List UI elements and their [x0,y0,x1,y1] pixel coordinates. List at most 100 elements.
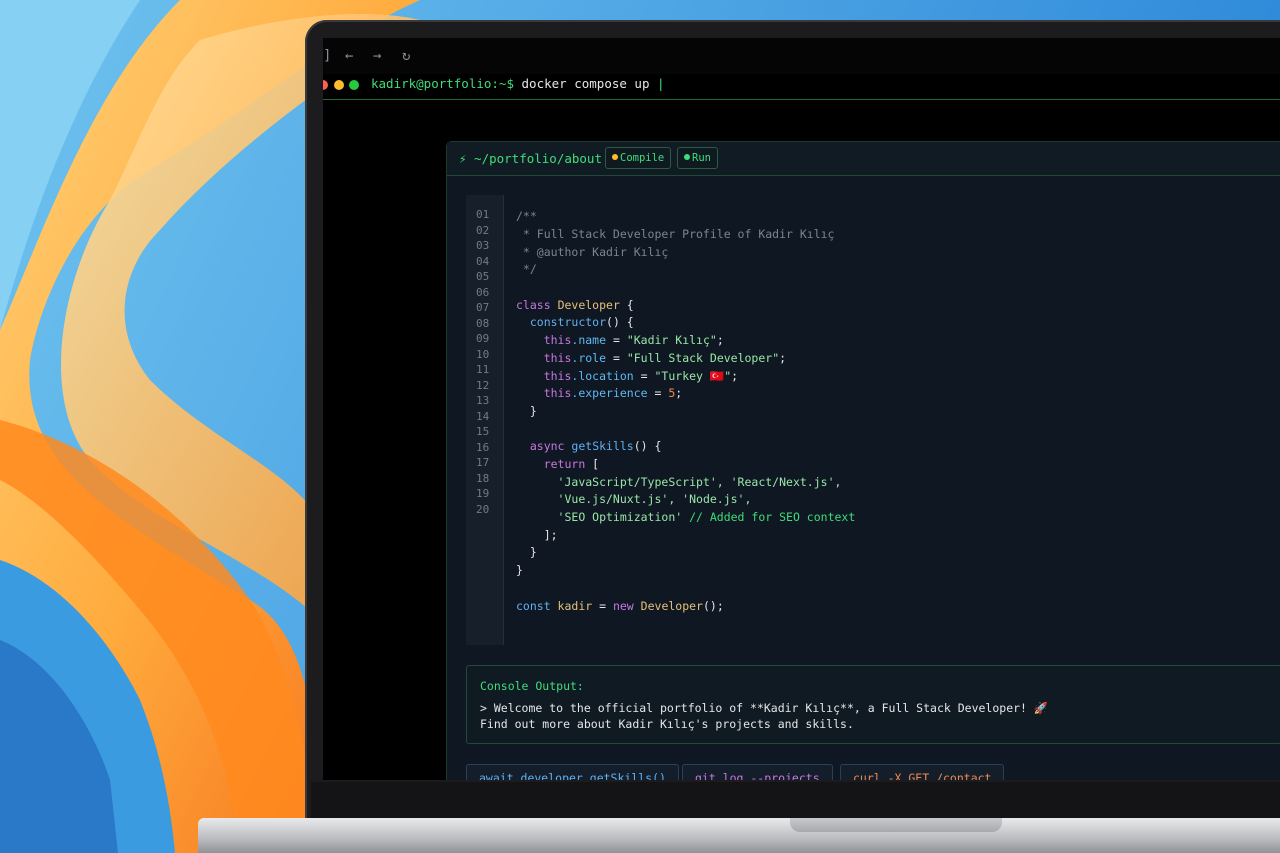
sidebar-icon[interactable]: ] [323,48,331,64]
compile-label: Compile [620,152,665,164]
editor-header: ⚡ ~/portfolio/about.js Compile Run [447,142,1280,176]
line-number: 13 [476,394,490,407]
line-number: 09 [476,332,490,345]
line-number: 08 [476,316,490,330]
line-number: 15 [476,425,490,438]
keyword: this [543,333,572,347]
punctuation: } [529,545,537,559]
punctuation: ]; [543,528,558,542]
compile-status-icon [612,154,618,160]
string-list: 'Vue.js/Nuxt.js', 'Node.js', [557,492,752,506]
operator: = [606,351,627,365]
console-line: Find out more about Kadir Kılıç's projec… [480,717,854,731]
curl-contact-button[interactable]: curl -X GET /contact [840,764,1005,780]
string: "Turkey 🇹🇷" [654,369,732,383]
keyword: async [529,439,565,453]
keyword: this [543,351,572,365]
operator: = [647,386,669,400]
code-line: */ [516,262,537,276]
property: .location [571,369,634,383]
operator: = [606,333,627,347]
property: .name [571,333,607,347]
code-line: async getSkills() { [516,439,662,453]
code-line: class Developer { [516,298,634,312]
punctuation: ; [716,333,724,347]
string: "Kadir Kılıç" [626,333,717,347]
code-area[interactable]: 01 02 03 04 05 06 07 08 09 10 11 12 13 1… [466,195,1280,645]
keyword: return [543,457,586,471]
minimize-window-button[interactable] [334,80,344,90]
line-number: 14 [476,409,490,423]
code-line: } [516,563,523,577]
comment: // Added for SEO context [682,510,856,524]
punctuation: } [516,563,523,577]
string: 'SEO Optimization' [557,510,683,524]
string: "Full Stack Developer" [626,351,780,365]
code-line: 'SEO Optimization' // Added for SEO cont… [516,510,856,524]
line-number: 03 [476,239,490,252]
code-line: return [ [516,457,599,471]
line-number: 05 [476,270,490,283]
punctuation: ; [779,351,787,365]
run-button[interactable]: Run [677,147,718,169]
browser-toolbar: ] ← → ↻ [323,38,1280,74]
line-number: 11 [476,363,490,376]
code-line: this.role = "Full Stack Developer"; [516,351,786,365]
forward-arrow-icon[interactable]: → [373,48,381,64]
punctuation: () { [606,315,634,329]
property: .role [571,351,607,365]
keyword: const [516,599,551,613]
punctuation: () { [633,439,662,453]
punctuation: ; [675,386,683,400]
code-line: * @author Kadir Kılıç [516,245,669,259]
get-skills-button[interactable]: await developer.getSkills() [466,764,679,780]
line-number: 07 [476,301,490,314]
function-name: getSkills [571,439,634,453]
laptop-base [198,818,1280,853]
line-number: 01 [476,208,490,221]
run-status-icon [684,154,690,160]
string-list: 'JavaScript/TypeScript', 'React/Next.js'… [557,475,842,489]
trackpad-notch [790,818,1002,832]
maximize-window-button[interactable] [349,80,359,90]
line-number: 12 [476,378,490,392]
line-number: 06 [476,285,490,299]
code-line: 'JavaScript/TypeScript', 'React/Next.js'… [516,475,842,489]
punctuation: ; [731,369,739,383]
line-number: 02 [476,223,490,237]
code-line: } [516,545,537,559]
run-label: Run [692,152,711,164]
class-name: Developer [557,298,620,312]
operator: = [592,599,613,613]
line-number: 16 [476,440,490,454]
code-line: } [516,404,537,418]
function-name: constructor [529,315,607,329]
terminal-cursor: | [657,76,665,91]
console-title: Console Output: [480,679,584,693]
console-line: > Welcome to the official portfolio of *… [480,701,1049,715]
terminal-prompt[interactable]: kadirk@portfolio:~$ docker compose up | [371,76,665,91]
code-line: /** [516,209,537,223]
code-line: this.experience = 5; [516,386,683,400]
code-line: constructor() { [516,315,634,329]
variable: kadir [550,599,593,613]
punctuation: { [619,298,634,312]
compile-button[interactable]: Compile [605,147,672,169]
laptop-screen: ] ← → ↻ kadirk@portfolio:~$ docker compo… [323,38,1280,780]
line-number: 20 [476,502,490,516]
line-number: 17 [476,456,490,469]
line-number: 10 [476,347,490,361]
back-arrow-icon[interactable]: ← [345,48,353,64]
property: .experience [571,386,648,400]
line-number: 19 [476,487,490,500]
line-number-gutter: 01 02 03 04 05 06 07 08 09 10 11 12 13 1… [466,195,504,645]
prompt-text: kadirk@portfolio:~$ [371,76,514,91]
file-path: ⚡ ~/portfolio/about.js [459,151,625,166]
git-log-button[interactable]: git log --projects [682,764,833,780]
class-name: Developer [640,599,703,613]
keyword: this [543,386,572,400]
code-editor-window: ⚡ ~/portfolio/about.js Compile Run 01 02… [446,141,1280,780]
code-line: this.location = "Turkey 🇹🇷"; [516,369,738,383]
punctuation: [ [585,457,600,471]
reload-icon[interactable]: ↻ [402,48,410,64]
